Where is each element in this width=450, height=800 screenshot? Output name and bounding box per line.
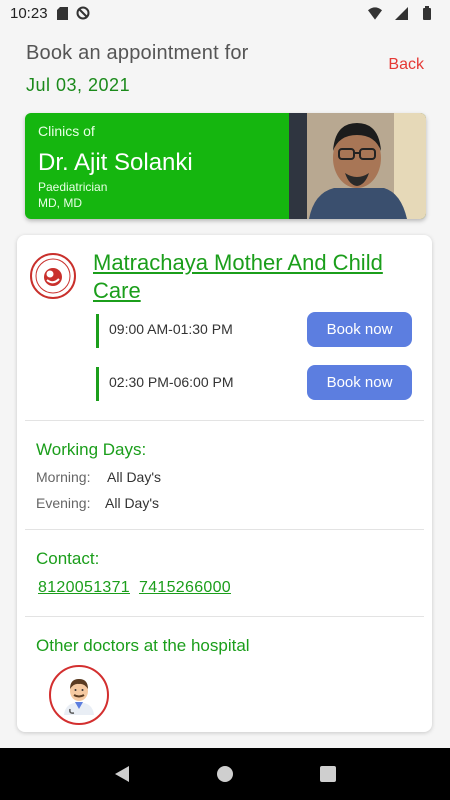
status-time: 10:23	[10, 4, 48, 22]
time-slot: 09:00 AM-01:30 PM Book now	[96, 312, 416, 348]
doctor-specialty: Paediatrician	[38, 180, 108, 194]
page-header: Book an appointment for Jul 03, 2021	[26, 42, 426, 96]
doctor-photo	[289, 113, 426, 219]
time-slot: 02:30 PM-06:00 PM Book now	[96, 365, 416, 401]
morning-value: All Day's	[107, 469, 162, 485]
slot-time: 09:00 AM-01:30 PM	[109, 321, 233, 337]
battery-icon	[420, 6, 434, 20]
back-nav-icon[interactable]	[107, 759, 137, 789]
other-doctor-avatar[interactable]	[49, 665, 109, 725]
home-nav-icon[interactable]	[210, 759, 240, 789]
doctor-avatar-icon	[64, 679, 94, 715]
doctor-degree: MD, MD	[38, 196, 82, 210]
signal-icon	[394, 6, 408, 20]
no-data-icon	[76, 6, 90, 20]
working-days-title: Working Days:	[36, 440, 147, 459]
phone-link[interactable]: 8120051371	[38, 579, 130, 597]
wifi-icon	[368, 6, 382, 20]
divider	[25, 616, 424, 617]
system-nav-bar	[0, 748, 450, 800]
book-now-button[interactable]: Book now	[307, 312, 412, 347]
divider	[25, 529, 424, 530]
contact-title: Contact:	[36, 549, 100, 568]
divider	[25, 420, 424, 421]
page-title: Book an appointment for	[26, 42, 249, 64]
evening-label: Evening:	[36, 495, 91, 511]
sd-card-icon	[56, 6, 70, 20]
book-now-button[interactable]: Book now	[307, 365, 412, 400]
morning-label: Morning:	[36, 469, 91, 485]
status-bar: 10:23	[0, 0, 450, 26]
phone-link[interactable]: 7415266000	[139, 579, 231, 597]
clinic-name-link[interactable]: Matrachaya Mother And Child Care	[93, 249, 425, 305]
appointment-date: Jul 03, 2021	[26, 75, 131, 95]
doctor-name: Dr. Ajit Solanki	[38, 149, 193, 176]
doctor-card: Clinics of Dr. Ajit Solanki Paediatricia…	[25, 113, 426, 219]
clinics-of-label: Clinics of	[38, 123, 95, 139]
evening-value: All Day's	[105, 495, 160, 511]
clinic-card: Matrachaya Mother And Child Care 09:00 A…	[17, 235, 432, 732]
clinic-logo-icon	[30, 253, 76, 299]
other-doctors-title: Other doctors at the hospital	[36, 636, 250, 655]
recents-nav-icon[interactable]	[313, 759, 343, 789]
back-button[interactable]: Back	[388, 56, 424, 74]
slot-time: 02:30 PM-06:00 PM	[109, 374, 234, 390]
